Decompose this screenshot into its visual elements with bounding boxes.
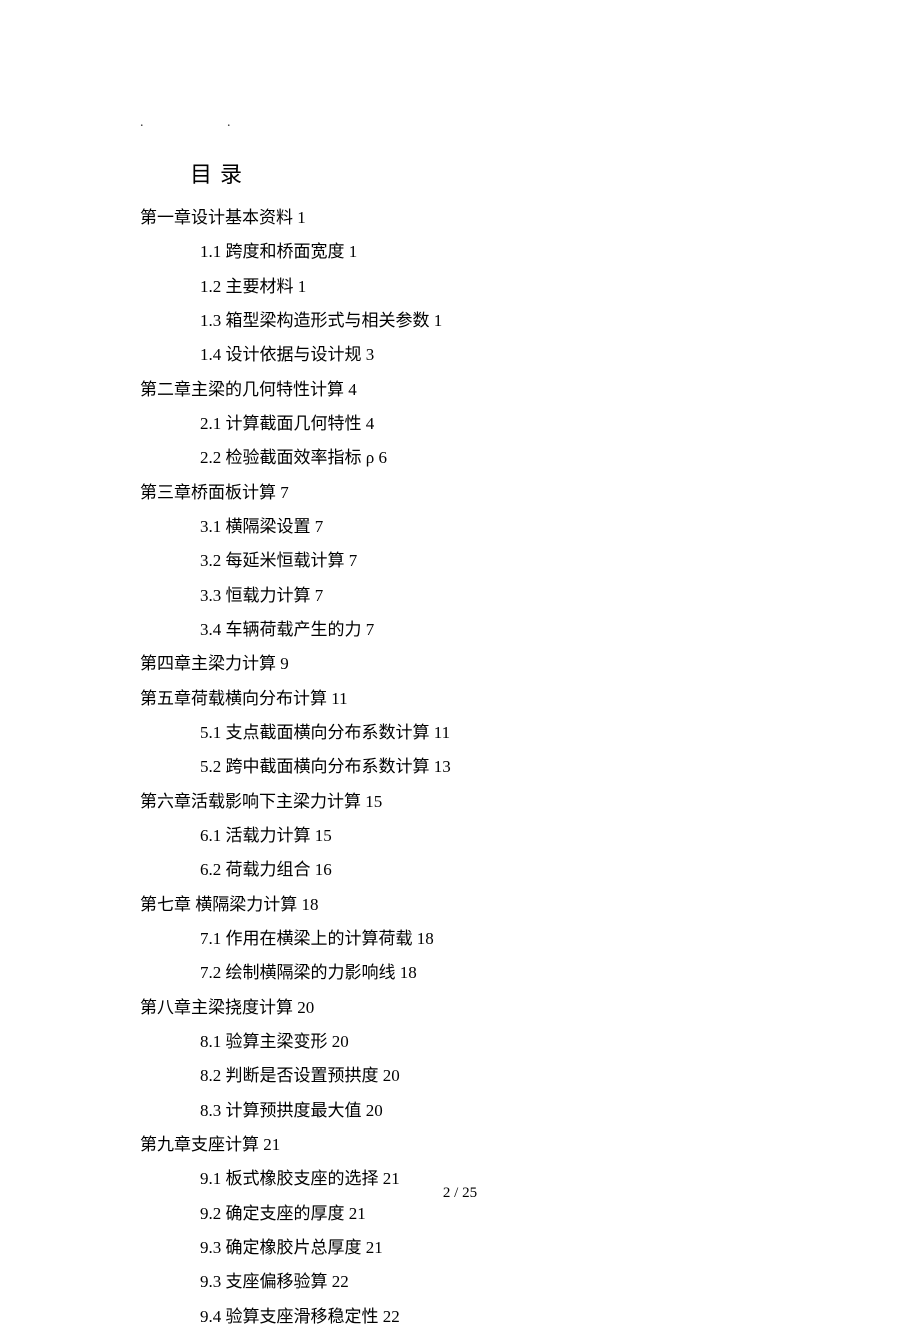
- toc-entry: 3.3 恒载力计算 7: [200, 579, 780, 613]
- toc-entry: 第二章主梁的几何特性计算 4: [140, 373, 780, 407]
- toc-entry: 第六章活载影响下主梁力计算 15: [140, 785, 780, 819]
- toc-entry: 7.1 作用在横梁上的计算荷载 18: [200, 922, 780, 956]
- toc-entry: 第四章主梁力计算 9: [140, 647, 780, 681]
- toc-title: 目录: [190, 157, 780, 189]
- toc-entry: 8.3 计算预拱度最大值 20: [200, 1094, 780, 1128]
- toc-entry: 1.2 主要材料 1: [200, 270, 780, 304]
- toc-entry: 8.1 验算主梁变形 20: [200, 1025, 780, 1059]
- toc-entry: 3.2 每延米恒载计算 7: [200, 544, 780, 578]
- toc-entry: 1.4 设计依据与设计规 3: [200, 338, 780, 372]
- toc-list: 第一章设计基本资料 11.1 跨度和桥面宽度 11.2 主要材料 11.3 箱型…: [140, 201, 780, 1334]
- toc-entry: 5.2 跨中截面横向分布系数计算 13: [200, 750, 780, 784]
- page-content: 目录 第一章设计基本资料 11.1 跨度和桥面宽度 11.2 主要材料 11.3…: [0, 0, 920, 1334]
- toc-entry: 第七章 横隔梁力计算 18: [140, 888, 780, 922]
- toc-entry: 8.2 判断是否设置预拱度 20: [200, 1059, 780, 1093]
- toc-entry: 1.1 跨度和桥面宽度 1: [200, 235, 780, 269]
- toc-entry: 9.3 支座偏移验算 22: [200, 1265, 780, 1299]
- toc-entry: 2.2 检验截面效率指标 ρ 6: [200, 441, 780, 475]
- toc-entry: 第五章荷载横向分布计算 11: [140, 682, 780, 716]
- toc-entry: 3.1 横隔梁设置 7: [200, 510, 780, 544]
- toc-entry: 7.2 绘制横隔梁的力影响线 18: [200, 956, 780, 990]
- page-number: 2 / 25: [0, 1185, 920, 1202]
- toc-entry: 9.4 验算支座滑移稳定性 22: [200, 1300, 780, 1334]
- toc-entry: 第三章桥面板计算 7: [140, 476, 780, 510]
- toc-entry: 1.3 箱型梁构造形式与相关参数 1: [200, 304, 780, 338]
- toc-entry: 第八章主梁挠度计算 20: [140, 991, 780, 1025]
- toc-entry: 5.1 支点截面横向分布系数计算 11: [200, 716, 780, 750]
- toc-entry: 6.1 活载力计算 15: [200, 819, 780, 853]
- header-dots: . .: [140, 115, 271, 131]
- toc-entry: 9.3 确定橡胶片总厚度 21: [200, 1231, 780, 1265]
- toc-entry: 3.4 车辆荷载产生的力 7: [200, 613, 780, 647]
- toc-entry: 第一章设计基本资料 1: [140, 201, 780, 235]
- toc-entry: 6.2 荷载力组合 16: [200, 853, 780, 887]
- toc-entry: 第九章支座计算 21: [140, 1128, 780, 1162]
- toc-entry: 2.1 计算截面几何特性 4: [200, 407, 780, 441]
